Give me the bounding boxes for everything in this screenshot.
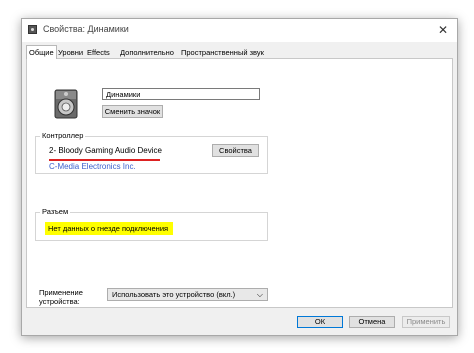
speaker-device-icon <box>54 89 78 119</box>
title-bar[interactable]: Свойства: Динамики ✕ <box>22 19 457 42</box>
tab-levels[interactable]: Уровни <box>56 47 85 58</box>
properties-dialog: Свойства: Динамики ✕ Общие Уровни Effect… <box>21 18 458 336</box>
jack-info-text: Нет данных о гнезде подключения <box>45 222 173 235</box>
controller-vendor-link[interactable]: C-Media Electronics Inc. <box>49 162 136 171</box>
speaker-app-icon <box>28 25 37 34</box>
device-usage-label: Применение устройства: <box>39 288 83 306</box>
device-name-input[interactable]: Динамики <box>102 88 260 100</box>
general-tab-panel: Динамики Сменить значок Контроллер 2- Bl… <box>26 58 453 308</box>
device-usage-select[interactable]: Использовать это устройство (вкл.) ⌵ <box>107 288 268 301</box>
tab-effects[interactable]: Effects <box>85 47 112 58</box>
controller-properties-button[interactable]: Свойства <box>212 144 259 157</box>
chevron-down-icon: ⌵ <box>256 290 263 299</box>
apply-button[interactable]: Применить <box>402 316 450 328</box>
tab-spatial-sound[interactable]: Пространственный звук <box>179 47 266 58</box>
close-button[interactable]: ✕ <box>435 22 451 38</box>
cancel-button[interactable]: Отмена <box>349 316 395 328</box>
change-icon-button[interactable]: Сменить значок <box>102 105 163 118</box>
controller-device-name: 2- Bloody Gaming Audio Device <box>49 146 162 155</box>
ok-button[interactable]: ОК <box>297 316 343 328</box>
window-title: Свойства: Динамики <box>43 24 129 34</box>
controller-group-title: Контроллер <box>40 131 86 140</box>
red-underline-mark <box>49 159 160 161</box>
device-usage-value: Использовать это устройство (вкл.) <box>112 290 236 299</box>
tab-advanced[interactable]: Дополнительно <box>118 47 176 58</box>
tab-general[interactable]: Общие <box>26 45 57 59</box>
jack-group-title: Разъем <box>40 207 71 216</box>
